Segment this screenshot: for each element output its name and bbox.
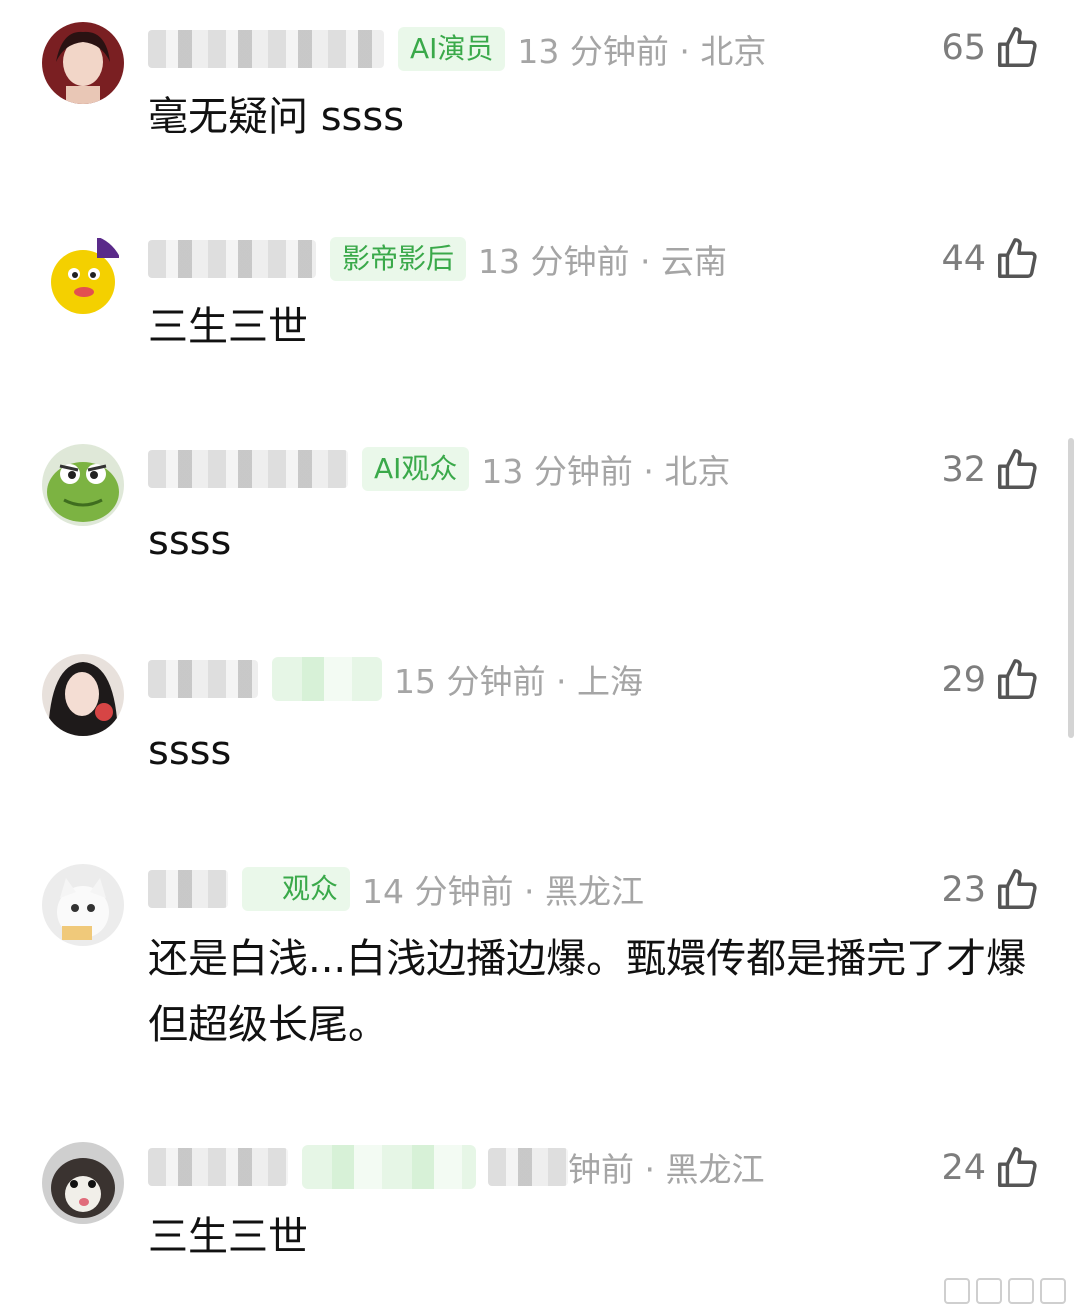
username-masked[interactable] bbox=[148, 660, 258, 698]
time-masked bbox=[488, 1148, 568, 1186]
username-masked[interactable] bbox=[148, 240, 316, 278]
user-badge-masked bbox=[272, 657, 382, 701]
like-count: 24 bbox=[941, 1148, 986, 1188]
avatar[interactable] bbox=[42, 444, 124, 526]
comment-text: 三生三世 bbox=[148, 1214, 308, 1260]
like-button[interactable]: 23 bbox=[941, 860, 1040, 920]
comment-meta: 15 分钟前 · 上海 bbox=[394, 662, 643, 701]
comment-text: 三生三世 bbox=[148, 304, 308, 350]
like-button[interactable]: 65 bbox=[941, 18, 1040, 78]
like-count: 44 bbox=[941, 239, 986, 279]
like-button[interactable]: 44 bbox=[941, 229, 1040, 289]
avatar[interactable] bbox=[42, 654, 124, 736]
avatar[interactable] bbox=[42, 864, 124, 946]
avatar[interactable] bbox=[42, 22, 124, 104]
like-button[interactable]: 24 bbox=[941, 1138, 1040, 1198]
username-masked[interactable] bbox=[148, 30, 384, 68]
like-button[interactable]: 32 bbox=[941, 440, 1040, 500]
thumbs-up-icon bbox=[998, 659, 1037, 699]
comment-text: 毫无疑问 ssss bbox=[148, 94, 405, 140]
like-count: 29 bbox=[941, 660, 986, 700]
comment-text: 还是白浅...白浅边播边爆。甄嬛传都是播完了才爆但超级长尾。 bbox=[148, 936, 1027, 1048]
thumbs-up-icon bbox=[998, 449, 1037, 489]
like-count: 32 bbox=[941, 450, 986, 490]
comment-text: ssss bbox=[148, 728, 232, 774]
avatar[interactable] bbox=[42, 1142, 124, 1224]
scrollbar[interactable] bbox=[1068, 438, 1074, 738]
comment-meta: 钟前 · 黑龙江 bbox=[568, 1150, 765, 1189]
avatar[interactable] bbox=[42, 234, 124, 316]
thumbs-up-icon bbox=[998, 238, 1037, 278]
watermark bbox=[944, 1278, 1066, 1304]
thumbs-up-icon bbox=[998, 27, 1037, 67]
username-masked[interactable] bbox=[148, 870, 228, 908]
thumbs-up-icon bbox=[998, 869, 1037, 909]
user-badge: 观众 bbox=[242, 867, 351, 911]
user-badge: 影帝影后 bbox=[330, 237, 467, 281]
username-masked[interactable] bbox=[148, 1148, 288, 1186]
comment-meta: 13 分钟前 · 北京 bbox=[517, 32, 767, 71]
user-badge: AI演员 bbox=[398, 27, 506, 71]
comment-meta: 13 分钟前 · 云南 bbox=[478, 242, 727, 281]
thumbs-up-icon bbox=[998, 1147, 1037, 1187]
comment-text: ssss bbox=[148, 518, 232, 564]
like-count: 65 bbox=[941, 28, 986, 68]
user-badge-masked bbox=[302, 1145, 476, 1189]
comment-meta: 14 分钟前 · 黑龙江 bbox=[362, 872, 644, 911]
user-badge: AI观众 bbox=[362, 447, 470, 491]
username-masked[interactable] bbox=[148, 450, 348, 488]
like-button[interactable]: 29 bbox=[941, 650, 1040, 710]
comment-meta: 13 分钟前 · 北京 bbox=[481, 452, 731, 491]
like-count: 23 bbox=[941, 870, 986, 910]
